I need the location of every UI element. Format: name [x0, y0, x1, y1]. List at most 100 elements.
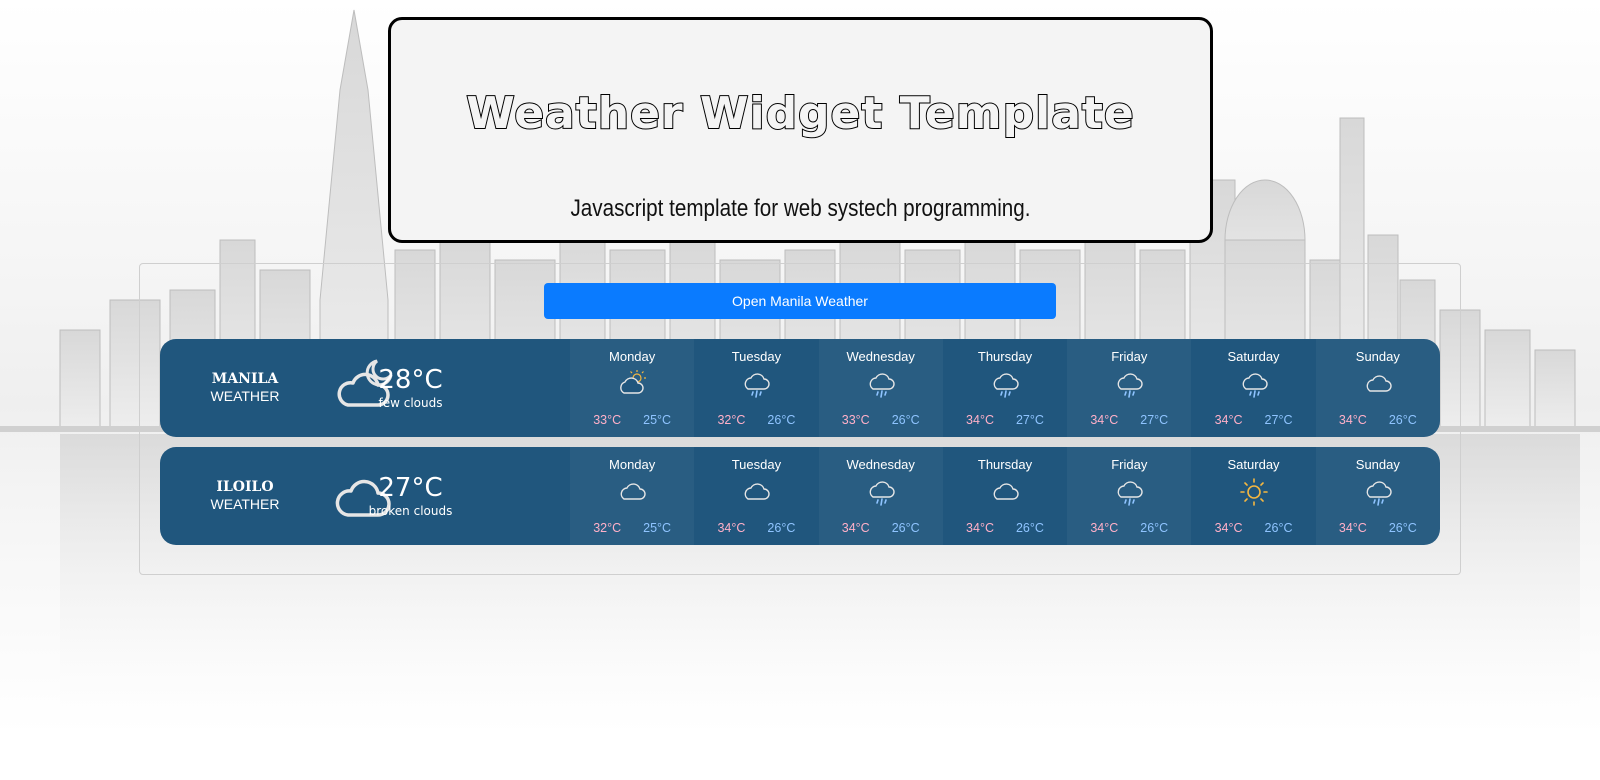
high-temp: 34°C	[1090, 521, 1119, 535]
city-name: ILOILO	[216, 479, 274, 495]
partly-sunny-icon	[620, 370, 647, 394]
day-name: Monday	[609, 457, 656, 472]
temp-range: 34°C 26°C	[1067, 521, 1191, 535]
rain-cloud-icon	[1242, 373, 1268, 398]
cloud-icon	[620, 483, 646, 500]
temp-range: 34°C 26°C	[943, 521, 1067, 535]
weather-card-iloilo: ILOILO WEATHER 27°C broken clouds Monday…	[160, 447, 1440, 545]
city-label: MANILA WEATHER	[180, 371, 310, 405]
forecast-day: Wednesday 33°C 26°C	[818, 339, 943, 437]
temp-range: 34°C 26°C	[1316, 413, 1440, 427]
temp-range: 33°C 25°C	[570, 413, 694, 427]
forecast-row: Monday 32°C 25°C Tuesday 34°C 26°C Wednesd…	[570, 447, 1440, 545]
day-name: Thursday	[977, 349, 1033, 364]
forecast-day: Tuesday 34°C 26°C	[694, 447, 818, 545]
temp-range: 32°C 26°C	[694, 413, 818, 427]
day-name: Wednesday	[846, 457, 915, 472]
low-temp: 26°C	[767, 521, 796, 535]
rain-cloud-icon	[993, 373, 1019, 398]
low-temp: 26°C	[891, 521, 920, 535]
rain-cloud-icon	[745, 373, 771, 398]
temp-range: 34°C 27°C	[1067, 413, 1191, 427]
low-temp: 27°C	[1140, 413, 1169, 427]
forecast-day: Monday 33°C 25°C	[570, 339, 695, 437]
city-label: ILOILO WEATHER	[180, 479, 310, 513]
weather-card-manila: MANILA WEATHER 28°C few clouds Monday 33…	[160, 339, 1440, 437]
low-temp: 25°C	[643, 413, 672, 427]
current-temp: 28°C	[378, 365, 443, 395]
rain-cloud-icon	[1117, 373, 1143, 398]
rain-cloud-icon	[869, 481, 895, 506]
current-temp-block: 27°C broken clouds	[328, 473, 493, 518]
day-name: Friday	[1111, 457, 1148, 472]
rain-cloud-icon	[1117, 481, 1143, 506]
forecast-day: Wednesday 34°C 26°C	[818, 447, 943, 545]
rain-cloud-icon	[1366, 481, 1392, 506]
temp-range: 33°C 26°C	[819, 413, 943, 427]
high-temp: 34°C	[1214, 413, 1243, 427]
high-temp: 33°C	[593, 413, 622, 427]
current-desc: broken clouds	[368, 504, 453, 518]
forecast-day: Saturday 34°C 27°C	[1191, 339, 1315, 437]
forecast-day: Sunday 34°C 26°C	[1315, 339, 1440, 437]
current-temp-block: 28°C few clouds	[328, 365, 493, 410]
day-name: Tuesday	[731, 457, 782, 472]
high-temp: 34°C	[1338, 413, 1367, 427]
day-name: Sunday	[1355, 349, 1400, 364]
high-temp: 34°C	[966, 413, 994, 427]
header-card: Weather Widget Template Javascript templ…	[388, 17, 1213, 243]
cloud-icon	[993, 483, 1019, 500]
forecast-day: Thursday 34°C 26°C	[943, 447, 1067, 545]
sun-icon	[1239, 478, 1268, 506]
high-temp: 32°C	[717, 413, 746, 427]
temp-range: 34°C 26°C	[1191, 521, 1315, 535]
low-temp: 26°C	[1388, 521, 1417, 535]
day-name: Sunday	[1355, 457, 1400, 472]
current-desc: few clouds	[378, 396, 443, 410]
forecast-day: Friday 34°C 26°C	[1067, 447, 1192, 545]
day-name: Friday	[1111, 349, 1148, 364]
high-temp: 34°C	[966, 521, 994, 535]
day-name: Monday	[609, 349, 656, 364]
current-temp: 27°C	[378, 473, 443, 503]
temp-range: 34°C 26°C	[1316, 521, 1440, 535]
temp-range: 32°C 25°C	[570, 521, 694, 535]
high-temp: 32°C	[593, 521, 622, 535]
high-temp: 34°C	[1338, 521, 1367, 535]
city-name: MANILA	[211, 371, 279, 387]
low-temp: 26°C	[1140, 521, 1169, 535]
forecast-day: Saturday 34°C 26°C	[1191, 447, 1315, 545]
city-sub-label: WEATHER	[210, 388, 280, 404]
low-temp: 26°C	[1264, 521, 1293, 535]
day-name: Wednesday	[846, 349, 915, 364]
temp-range: 34°C 27°C	[943, 413, 1067, 427]
low-temp: 26°C	[1015, 521, 1044, 535]
low-temp: 26°C	[1388, 413, 1417, 427]
forecast-day: Sunday 34°C 26°C	[1315, 447, 1440, 545]
forecast-row: Monday 33°C 25°C Tuesday 32°C 26°C Wednesd…	[570, 339, 1440, 437]
high-temp: 33°C	[841, 413, 870, 427]
day-name: Thursday	[977, 457, 1033, 472]
low-temp: 25°C	[643, 521, 672, 535]
page-title: Weather Widget Template	[465, 87, 1135, 140]
low-temp: 27°C	[1264, 413, 1293, 427]
high-temp: 34°C	[1090, 413, 1119, 427]
rain-cloud-icon	[869, 373, 895, 398]
forecast-day: Thursday 34°C 27°C	[943, 339, 1067, 437]
city-sub-label: WEATHER	[210, 496, 280, 512]
low-temp: 26°C	[767, 413, 796, 427]
page-subtitle: Javascript template for web systech prog…	[570, 195, 1031, 222]
forecast-day: Tuesday 32°C 26°C	[694, 339, 818, 437]
temp-range: 34°C 26°C	[819, 521, 943, 535]
open-manila-weather-button[interactable]: Open Manila Weather	[544, 283, 1056, 319]
high-temp: 34°C	[717, 521, 746, 535]
forecast-day: Monday 32°C 25°C	[570, 447, 695, 545]
day-name: Saturday	[1227, 349, 1280, 364]
temp-range: 34°C 26°C	[694, 521, 818, 535]
high-temp: 34°C	[841, 521, 870, 535]
cloud-icon	[745, 483, 771, 500]
high-temp: 34°C	[1214, 521, 1243, 535]
day-name: Saturday	[1227, 457, 1280, 472]
day-name: Tuesday	[731, 349, 782, 364]
low-temp: 26°C	[891, 413, 920, 427]
